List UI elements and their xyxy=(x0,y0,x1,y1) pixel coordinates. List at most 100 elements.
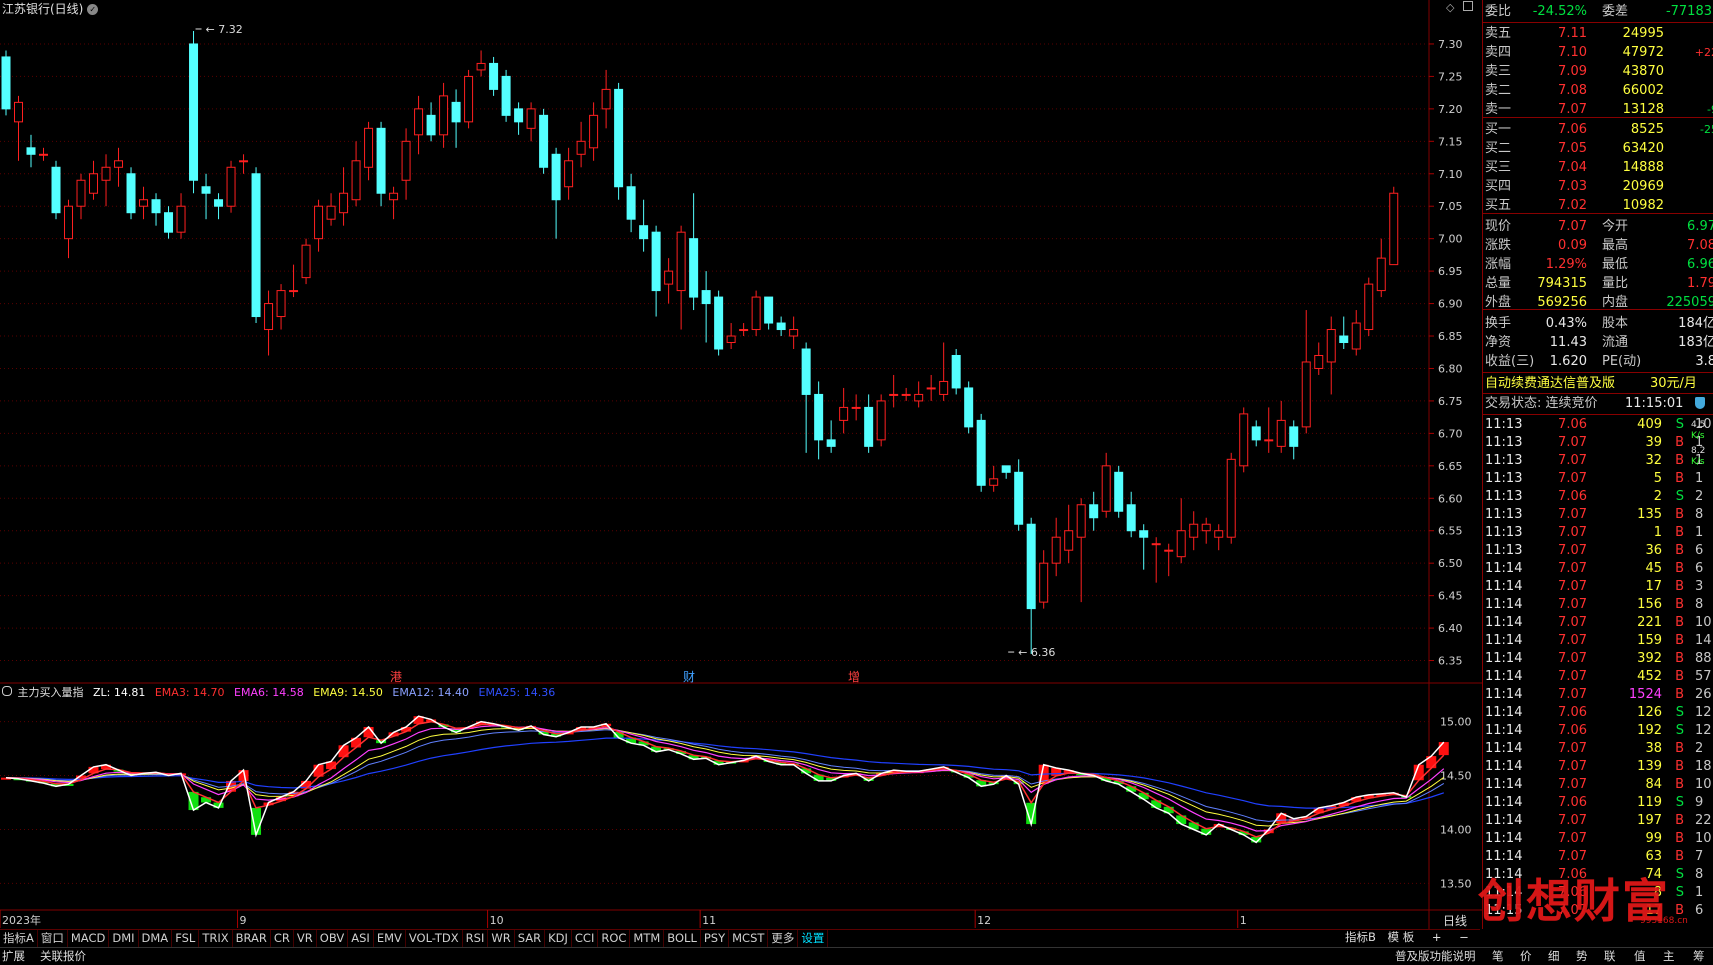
candle-body-up xyxy=(276,290,286,318)
sell-row[interactable]: 卖三 7.09 43870 xyxy=(1483,62,1713,81)
btn-bi[interactable]: 笔 xyxy=(1492,948,1504,965)
tab-11[interactable]: ASI xyxy=(348,930,374,947)
time-tick-label: 10 xyxy=(490,914,504,927)
tab-6[interactable]: TRIX xyxy=(199,930,233,947)
event-marker-zeng[interactable]: 增 xyxy=(848,668,860,685)
sell-row[interactable]: 卖五 7.11 24995 xyxy=(1483,24,1713,43)
indicator-b-button[interactable]: 指标B xyxy=(1345,930,1376,944)
tab-7[interactable]: BRAR xyxy=(233,930,271,947)
tab-20[interactable]: MTM xyxy=(630,930,665,947)
tab-24[interactable]: 更多 xyxy=(768,930,799,947)
candle-body-up xyxy=(64,205,74,240)
tab-13[interactable]: VOL-TDX xyxy=(406,930,463,947)
tick-volume: 38 xyxy=(1645,741,1662,756)
candle-body-down xyxy=(376,127,386,194)
extreme-label: ← 7.32 xyxy=(206,23,243,36)
event-marker-gang[interactable]: 港 xyxy=(390,668,402,685)
tick-row: 11:13 7.07 135 B 8 xyxy=(1483,506,1713,524)
stat-label-2: 流通 xyxy=(1602,335,1629,350)
tick-row: 11:14 7.07 392 B 88 xyxy=(1483,650,1713,668)
candle-body-up xyxy=(39,153,49,156)
tab-21[interactable]: BOLL xyxy=(664,930,701,947)
stat-value-2: 184亿 xyxy=(1678,316,1713,331)
guide-link[interactable]: 普及版功能说明 xyxy=(1395,948,1476,965)
tab-22[interactable]: PSY xyxy=(701,930,730,947)
expand-button[interactable]: 扩展 xyxy=(2,948,25,965)
tab-1[interactable]: 窗口 xyxy=(38,930,68,947)
buy-row[interactable]: 买三 7.04 14888 xyxy=(1483,158,1713,177)
tab-10[interactable]: OBV xyxy=(317,930,349,947)
buy-price: 7.04 xyxy=(1558,160,1587,175)
tab-16[interactable]: SAR xyxy=(515,930,546,947)
zoom-in-button[interactable]: + xyxy=(1432,930,1442,944)
tab-2[interactable]: MACD xyxy=(68,930,110,947)
tab-18[interactable]: CCI xyxy=(572,930,599,947)
buy-volume: 20969 xyxy=(1622,179,1664,194)
tab-9[interactable]: VR xyxy=(294,930,317,947)
tick-side: B xyxy=(1675,507,1684,522)
diamond-icon[interactable]: ◇ xyxy=(1446,1,1454,14)
stat-value: 7.07 xyxy=(1558,219,1587,234)
sell-price: 7.10 xyxy=(1558,45,1587,60)
tab-3[interactable]: DMI xyxy=(109,930,139,947)
related-quote-button[interactable]: 关联报价 xyxy=(40,948,86,965)
candle-body-up xyxy=(751,296,761,331)
sell-row[interactable]: 卖四 7.10 47972 +22 xyxy=(1483,43,1713,62)
tick-count: 8 xyxy=(1695,867,1704,882)
promo-text[interactable]: 自动续费通达信普及版 xyxy=(1485,374,1615,393)
btn-xi[interactable]: 细 xyxy=(1548,948,1560,965)
restore-icon[interactable] xyxy=(1462,1,1473,11)
tab-4[interactable]: DMA xyxy=(139,930,173,947)
price-tick-label: 6.75 xyxy=(1438,395,1463,408)
tab-19[interactable]: ROC xyxy=(598,930,631,947)
zoom-out-button[interactable]: − xyxy=(1459,930,1469,944)
btn-shi[interactable]: 势 xyxy=(1576,948,1588,965)
btn-jia[interactable]: 价 xyxy=(1520,948,1532,965)
sell-price: 7.08 xyxy=(1558,83,1587,98)
tab-0[interactable]: 指标A xyxy=(0,930,38,947)
tick-volume: 1524 xyxy=(1628,687,1662,702)
tab-17[interactable]: KDJ xyxy=(545,930,572,947)
tick-side: S xyxy=(1675,723,1684,738)
candle-body-up xyxy=(364,127,374,168)
tick-price: 7.07 xyxy=(1558,669,1587,684)
buy-row[interactable]: 买四 7.03 20969 xyxy=(1483,177,1713,196)
buy-row[interactable]: 买二 7.05 63420 xyxy=(1483,139,1713,158)
btn-lian[interactable]: 联 xyxy=(1604,948,1616,965)
event-marker-cai[interactable]: 财 xyxy=(683,668,695,685)
promo-price[interactable]: 30元/月 xyxy=(1650,374,1697,393)
sell-label: 卖二 xyxy=(1485,83,1512,98)
tab-12[interactable]: EMV xyxy=(374,930,406,947)
period-label[interactable]: 日线 xyxy=(1443,912,1467,929)
candle-body-up xyxy=(1151,543,1161,546)
tab-25[interactable]: 设置 xyxy=(798,930,829,947)
promo-row[interactable]: 自动续费通达信普及版 30元/月 xyxy=(1483,374,1713,393)
buy-row[interactable]: 买一 7.06 8525 -25 xyxy=(1483,120,1713,139)
candle-body-up xyxy=(851,406,861,409)
trade-status-row: 交易状态: 连续竞价 11:15:01 xyxy=(1483,394,1713,413)
tab-14[interactable]: RSI xyxy=(463,930,489,947)
btn-chou[interactable]: 筹 xyxy=(1693,948,1705,965)
indicator-collapse-icon[interactable] xyxy=(2,686,12,696)
tick-time: 11:14 xyxy=(1485,561,1523,576)
tick-count: 18 xyxy=(1695,759,1712,774)
time-tick-label: 11 xyxy=(702,914,716,927)
tick-row: 11:14 7.07 197 B 22 xyxy=(1483,812,1713,830)
btn-zhu[interactable]: 主 xyxy=(1663,948,1675,965)
tick-side: B xyxy=(1675,687,1684,702)
tab-5[interactable]: FSL xyxy=(172,930,200,947)
dropdown-icon[interactable]: ✓ xyxy=(87,4,99,15)
btn-zhi[interactable]: 值 xyxy=(1634,948,1646,965)
buy-price: 7.06 xyxy=(1558,122,1587,137)
sell-row[interactable]: 卖二 7.08 66002 xyxy=(1483,81,1713,100)
tick-volume: 126 xyxy=(1637,705,1662,720)
candle-body-down xyxy=(164,212,174,233)
tab-8[interactable]: CR xyxy=(271,930,294,947)
stat-value-2: 7.08 xyxy=(1687,238,1713,253)
tick-side: B xyxy=(1675,669,1684,684)
tab-23[interactable]: MCST xyxy=(729,930,769,947)
indicator-title: 主力买入量指 ZL: 14.81 EMA3: 14.70 EMA6: 14.58… xyxy=(2,684,561,700)
stat-row: 换手 0.43% 股本 184亿 xyxy=(1483,314,1713,333)
template-button[interactable]: 模 板 xyxy=(1388,930,1415,944)
tab-15[interactable]: WR xyxy=(488,930,515,947)
